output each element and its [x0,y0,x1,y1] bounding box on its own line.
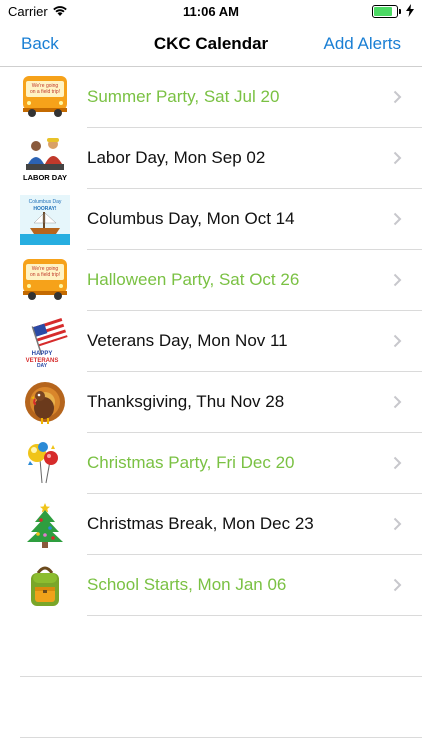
chevron-right-icon [393,517,402,536]
clock: 11:06 AM [183,4,239,19]
chevron-right-icon [393,334,402,353]
chevron-right-icon [393,151,402,170]
veterans-text: HAPPY [32,351,53,357]
event-label: Labor Day, Mon Sep 02 [87,148,266,167]
event-label: Christmas Party, Fri Dec 20 [87,453,295,472]
event-label: Halloween Party, Sat Oct 26 [87,270,300,289]
event-row-labor-day[interactable]: LABOR DAY Labor Day, Mon Sep 02 [0,128,422,189]
event-row-veterans-day[interactable]: HAPPY VETERANS DAY Veterans Day, Mon Nov… [0,311,422,372]
svg-text:on a field trip!: on a field trip! [30,272,60,278]
bus-icon: We're going on a field trip! [20,256,70,306]
svg-text:DAY: DAY [37,363,48,367]
event-label: Veterans Day, Mon Nov 11 [87,331,288,350]
event-row-summer-party[interactable]: We're going on a field trip! Summer Part… [0,67,422,128]
event-row-christmas-break[interactable]: Christmas Break, Mon Dec 23 [0,494,422,555]
event-label: School Starts, Mon Jan 06 [87,575,287,594]
svg-text:HOORAY!: HOORAY! [33,206,56,212]
bus-icon: We're going on a field trip! [20,73,70,123]
charging-bolt-icon [406,4,414,22]
status-bar: Carrier 11:06 AM [0,0,422,24]
columbus-text: Columbus Day [29,199,62,205]
chevron-right-icon [393,273,402,292]
event-label: Thanksgiving, Thu Nov 28 [87,392,285,411]
chevron-right-icon [393,578,402,597]
battery-icon [372,5,401,18]
ornaments-icon [20,439,70,489]
chevron-right-icon [393,395,402,414]
labor-day-text: LABOR DAY [23,173,67,182]
labor-day-icon: LABOR DAY [20,134,70,184]
event-label: Christmas Break, Mon Dec 23 [87,514,314,533]
event-row-school-starts[interactable]: School Starts, Mon Jan 06 [0,555,422,616]
svg-text:on a field trip!: on a field trip! [30,89,60,95]
empty-row-divider [20,737,422,738]
event-row-halloween-party[interactable]: We're going on a field trip! Halloween P… [0,250,422,311]
event-row-columbus-day[interactable]: Columbus Day HOORAY! Columbus Day, Mon O… [0,189,422,250]
event-row-thanksgiving[interactable]: Thanksgiving, Thu Nov 28 [0,372,422,433]
chevron-right-icon [393,90,402,109]
chevron-right-icon [393,456,402,475]
tree-icon [20,500,70,550]
row-divider [87,615,422,616]
flag-icon: HAPPY VETERANS DAY [20,317,70,369]
turkey-icon [20,378,70,428]
event-label: Summer Party, Sat Jul 20 [87,87,280,106]
add-alerts-button[interactable]: Add Alerts [324,34,402,54]
backpack-icon [20,561,70,611]
empty-row-divider [20,676,422,677]
navigation-bar: Back CKC Calendar Add Alerts [0,24,422,67]
event-label: Columbus Day, Mon Oct 14 [87,209,295,228]
event-row-christmas-party[interactable]: Christmas Party, Fri Dec 20 [0,433,422,494]
chevron-right-icon [393,212,402,231]
ship-icon: Columbus Day HOORAY! [20,195,70,245]
